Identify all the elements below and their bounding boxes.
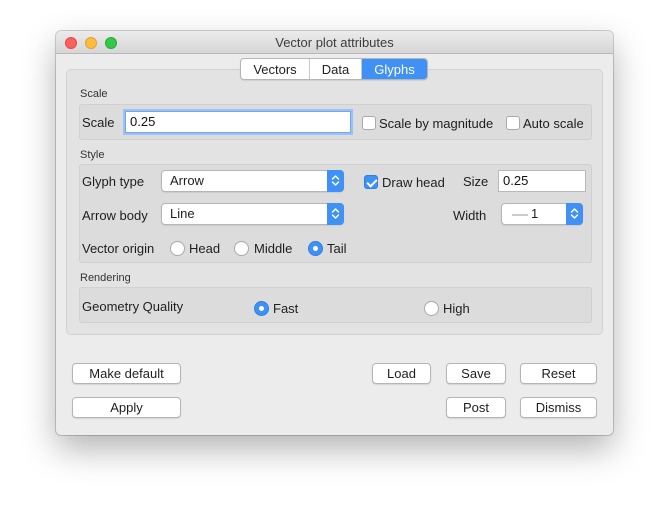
arrow-body-value: Line xyxy=(170,206,195,221)
origin-tail-radio[interactable] xyxy=(308,241,323,256)
dismiss-button[interactable]: Dismiss xyxy=(520,397,597,418)
size-label: Size xyxy=(463,174,489,189)
glyph-type-popup[interactable]: Arrow xyxy=(161,170,344,192)
glyph-type-label: Glyph type xyxy=(82,174,145,189)
glyph-type-value: Arrow xyxy=(170,173,204,188)
size-input[interactable]: 0.25 xyxy=(498,170,586,192)
style-section-label: Style xyxy=(80,149,105,161)
updown-chevron-icon xyxy=(327,170,344,192)
title-bar[interactable]: Vector plot attributes xyxy=(56,31,613,54)
auto-scale-label[interactable]: Auto scale xyxy=(523,116,584,131)
origin-middle-label[interactable]: Middle xyxy=(254,241,292,256)
updown-chevron-icon xyxy=(566,203,583,225)
width-popup[interactable]: 1 xyxy=(501,203,583,225)
window-title: Vector plot attributes xyxy=(275,35,394,50)
make-default-button[interactable]: Make default xyxy=(72,363,181,384)
draw-head-checkbox[interactable] xyxy=(364,175,378,189)
updown-chevron-icon xyxy=(327,203,344,225)
scale-by-magnitude-checkbox[interactable] xyxy=(362,116,376,130)
apply-button[interactable]: Apply xyxy=(72,397,181,418)
arrow-body-popup[interactable]: Line xyxy=(161,203,344,225)
scale-section-label: Scale xyxy=(80,88,108,100)
scale-input[interactable]: 0.25 xyxy=(125,111,351,133)
vector-origin-label: Vector origin xyxy=(82,241,155,256)
draw-head-label[interactable]: Draw head xyxy=(382,175,445,190)
arrow-body-label: Arrow body xyxy=(82,208,148,223)
quality-high-label[interactable]: High xyxy=(443,301,470,316)
load-button[interactable]: Load xyxy=(372,363,431,384)
line-width-swatch-icon xyxy=(512,214,528,216)
post-button[interactable]: Post xyxy=(446,397,506,418)
scale-label: Scale xyxy=(82,115,115,130)
tab-bar: Vectors Data Glyphs xyxy=(240,58,428,80)
reset-button[interactable]: Reset xyxy=(520,363,597,384)
quality-fast-label[interactable]: Fast xyxy=(273,301,298,316)
rendering-section-label: Rendering xyxy=(80,272,131,284)
tab-data[interactable]: Data xyxy=(310,59,362,79)
auto-scale-checkbox[interactable] xyxy=(506,116,520,130)
width-label: Width xyxy=(453,208,487,223)
tab-vectors[interactable]: Vectors xyxy=(241,59,310,79)
geometry-quality-label: Geometry Quality xyxy=(82,299,184,314)
save-button[interactable]: Save xyxy=(446,363,506,384)
vector-plot-attributes-window: Vector plot attributes Vectors Data Glyp… xyxy=(56,31,613,435)
origin-middle-radio[interactable] xyxy=(234,241,249,256)
tab-glyphs[interactable]: Glyphs xyxy=(362,59,427,79)
quality-fast-radio[interactable] xyxy=(254,301,269,316)
quality-high-radio[interactable] xyxy=(424,301,439,316)
origin-head-label[interactable]: Head xyxy=(189,241,220,256)
width-value: 1 xyxy=(531,206,539,221)
origin-tail-label[interactable]: Tail xyxy=(327,241,347,256)
scale-by-magnitude-label[interactable]: Scale by magnitude xyxy=(379,116,493,131)
origin-head-radio[interactable] xyxy=(170,241,185,256)
